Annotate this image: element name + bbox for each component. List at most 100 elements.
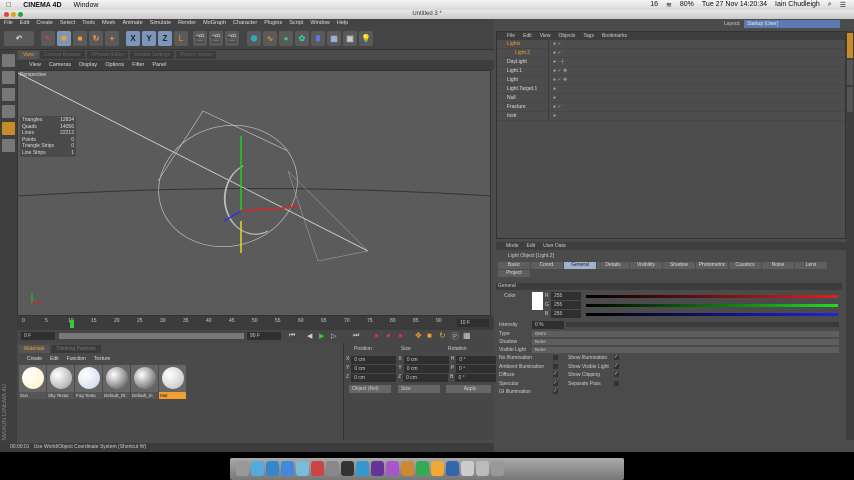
tab-picture-viewer[interactable]: Picture Viewer — [176, 51, 217, 59]
key-parameter-icon[interactable]: Ⓟ — [451, 331, 459, 342]
timeline-ruler[interactable]: 051015202530354045505560657075808590 10 … — [17, 316, 494, 330]
tab-project[interactable]: Project — [498, 270, 530, 277]
structure-side-tab[interactable] — [847, 60, 853, 85]
record-icon[interactable]: ● — [374, 331, 379, 340]
apply-button[interactable]: Apply — [446, 385, 491, 393]
checkbox[interactable] — [553, 363, 558, 369]
frame-range-slider[interactable] — [59, 333, 244, 339]
checkbox[interactable]: ✓ — [553, 389, 558, 394]
menu-create[interactable]: Create — [36, 19, 53, 28]
object-name[interactable]: Light.2 — [497, 49, 549, 57]
key-position-icon[interactable]: ✥ — [415, 331, 422, 340]
color-swatch[interactable] — [532, 292, 543, 310]
edges-mode-icon[interactable] — [2, 105, 15, 118]
green-slider[interactable] — [586, 304, 838, 307]
blue-slider[interactable] — [586, 313, 838, 316]
key-scale-icon[interactable]: ■ — [427, 331, 432, 340]
tab-general[interactable]: General — [564, 262, 596, 269]
polygons-mode-icon[interactable] — [2, 122, 15, 135]
mail-icon[interactable] — [266, 461, 279, 476]
illustrator-icon[interactable] — [401, 461, 414, 476]
scene-icon[interactable]: ▦ — [327, 31, 341, 46]
layout-dropdown[interactable]: Startup (User) — [744, 20, 840, 28]
menu-edit[interactable]: Edit — [20, 19, 29, 28]
object-menu-file[interactable]: File — [507, 32, 515, 40]
intensity-field[interactable]: 0 % — [532, 321, 564, 329]
material-swatch[interactable]: Fog Textu — [75, 365, 102, 399]
notification-icon[interactable]: ☰ — [840, 1, 846, 9]
skype-icon[interactable] — [296, 461, 309, 476]
points-mode-icon[interactable] — [2, 88, 15, 101]
keyframe-selection-icon[interactable]: ● — [398, 331, 403, 340]
viewport-menu-options[interactable]: Options — [105, 60, 124, 70]
spotlight-icon[interactable]: ⌕ — [828, 1, 832, 9]
axis-mode-icon[interactable] — [2, 139, 15, 152]
red-field[interactable]: 255 — [551, 292, 581, 300]
key-rotation-icon[interactable]: ↻ — [439, 331, 446, 340]
coordinate-field[interactable]: 0 cm — [351, 374, 397, 382]
render-picture-viewer-icon[interactable]: 🎬 — [209, 31, 223, 46]
object-tags[interactable]: ● · ┼ — [549, 58, 564, 66]
material-menu-texture[interactable]: Texture — [94, 355, 110, 363]
menu-help[interactable]: Help — [337, 19, 348, 28]
object-menu-tags[interactable]: Tags — [583, 32, 594, 40]
render-settings-icon[interactable]: 🎬 — [225, 31, 239, 46]
tab-materials[interactable]: Materials — [19, 345, 50, 353]
viewport-menu-display[interactable]: Display — [79, 60, 97, 70]
object-tags[interactable]: ● — [549, 85, 556, 93]
object-tags[interactable]: ● ✓ — [549, 49, 562, 57]
menu-file[interactable]: File — [4, 19, 13, 28]
red-slider[interactable] — [586, 295, 838, 298]
array-icon[interactable]: ✿ — [295, 31, 309, 46]
menu-mograph[interactable]: MoGraph — [203, 19, 226, 28]
tab-render-settings[interactable]: Render Settings — [130, 51, 175, 59]
y-axis-button[interactable]: Y — [142, 31, 156, 46]
tab-content-browser[interactable]: Content Browser — [39, 51, 85, 59]
object-menu-objects[interactable]: Objects — [558, 32, 575, 40]
material-menu-function[interactable]: Function — [67, 355, 86, 363]
app-menu[interactable]: CINEMA 4D — [23, 2, 61, 9]
tab-thinking-particles[interactable]: Thinking Particles — [51, 345, 101, 353]
premiere-icon[interactable] — [371, 461, 384, 476]
light-icon[interactable]: 💡 — [359, 31, 373, 46]
apple-icon[interactable]:  — [6, 2, 11, 9]
next-key-icon[interactable]: ▷ — [331, 332, 336, 340]
tab-details[interactable]: Details — [597, 262, 629, 269]
tab-basic[interactable]: Basic — [498, 262, 530, 269]
menu-script[interactable]: Script — [289, 19, 303, 28]
menu-animate[interactable]: Animate — [122, 19, 142, 28]
attr-menu-user-data[interactable]: User Data — [543, 242, 566, 250]
x-axis-button[interactable]: X — [126, 31, 140, 46]
close-button[interactable] — [4, 12, 9, 17]
size-mode-dropdown[interactable]: Size — [398, 385, 440, 393]
battery-label[interactable]: 80% — [680, 1, 694, 9]
app-store-icon[interactable] — [251, 461, 264, 476]
rotate-tool-icon[interactable]: ↻ — [89, 31, 103, 46]
tab-xpresso-editor[interactable]: XPresso Editor — [87, 51, 129, 59]
visible-light-dropdown[interactable]: None — [532, 347, 839, 353]
camera-icon[interactable]: ▣ — [343, 31, 357, 46]
safari-icon[interactable] — [281, 461, 294, 476]
green-field[interactable]: 255 — [551, 301, 581, 309]
checkbox[interactable]: ✓ — [553, 380, 558, 386]
prev-key-icon[interactable]: ◀ — [307, 332, 312, 340]
object-name[interactable]: Lights — [497, 40, 549, 48]
object-row[interactable]: Light.1 ● ✓ ✥ — [497, 67, 845, 76]
layers-side-tab[interactable] — [847, 87, 853, 112]
checkbox[interactable] — [553, 355, 558, 360]
downloads-icon[interactable] — [476, 461, 489, 476]
textedit-icon[interactable] — [461, 461, 474, 476]
viewport-menu-panel[interactable]: Panel — [152, 60, 166, 70]
cube-icon[interactable]: ⬢ — [247, 31, 261, 46]
checkbox[interactable]: ✓ — [614, 363, 619, 369]
object-name[interactable]: Fracture — [497, 103, 549, 111]
object-row[interactable]: DayLight ● · ┼ — [497, 58, 845, 67]
object-menu-edit[interactable]: Edit — [523, 32, 532, 40]
blue-field[interactable]: 255 — [551, 310, 581, 318]
object-tags[interactable]: ● ✓ ✥ — [549, 67, 567, 75]
word-icon[interactable] — [446, 461, 459, 476]
objects-side-tab[interactable] — [847, 33, 853, 58]
select-tool-icon[interactable]: ↖ — [41, 31, 55, 46]
user-name[interactable]: Iain Chudleigh — [775, 1, 820, 9]
scale-tool-icon[interactable]: ■ — [73, 31, 87, 46]
